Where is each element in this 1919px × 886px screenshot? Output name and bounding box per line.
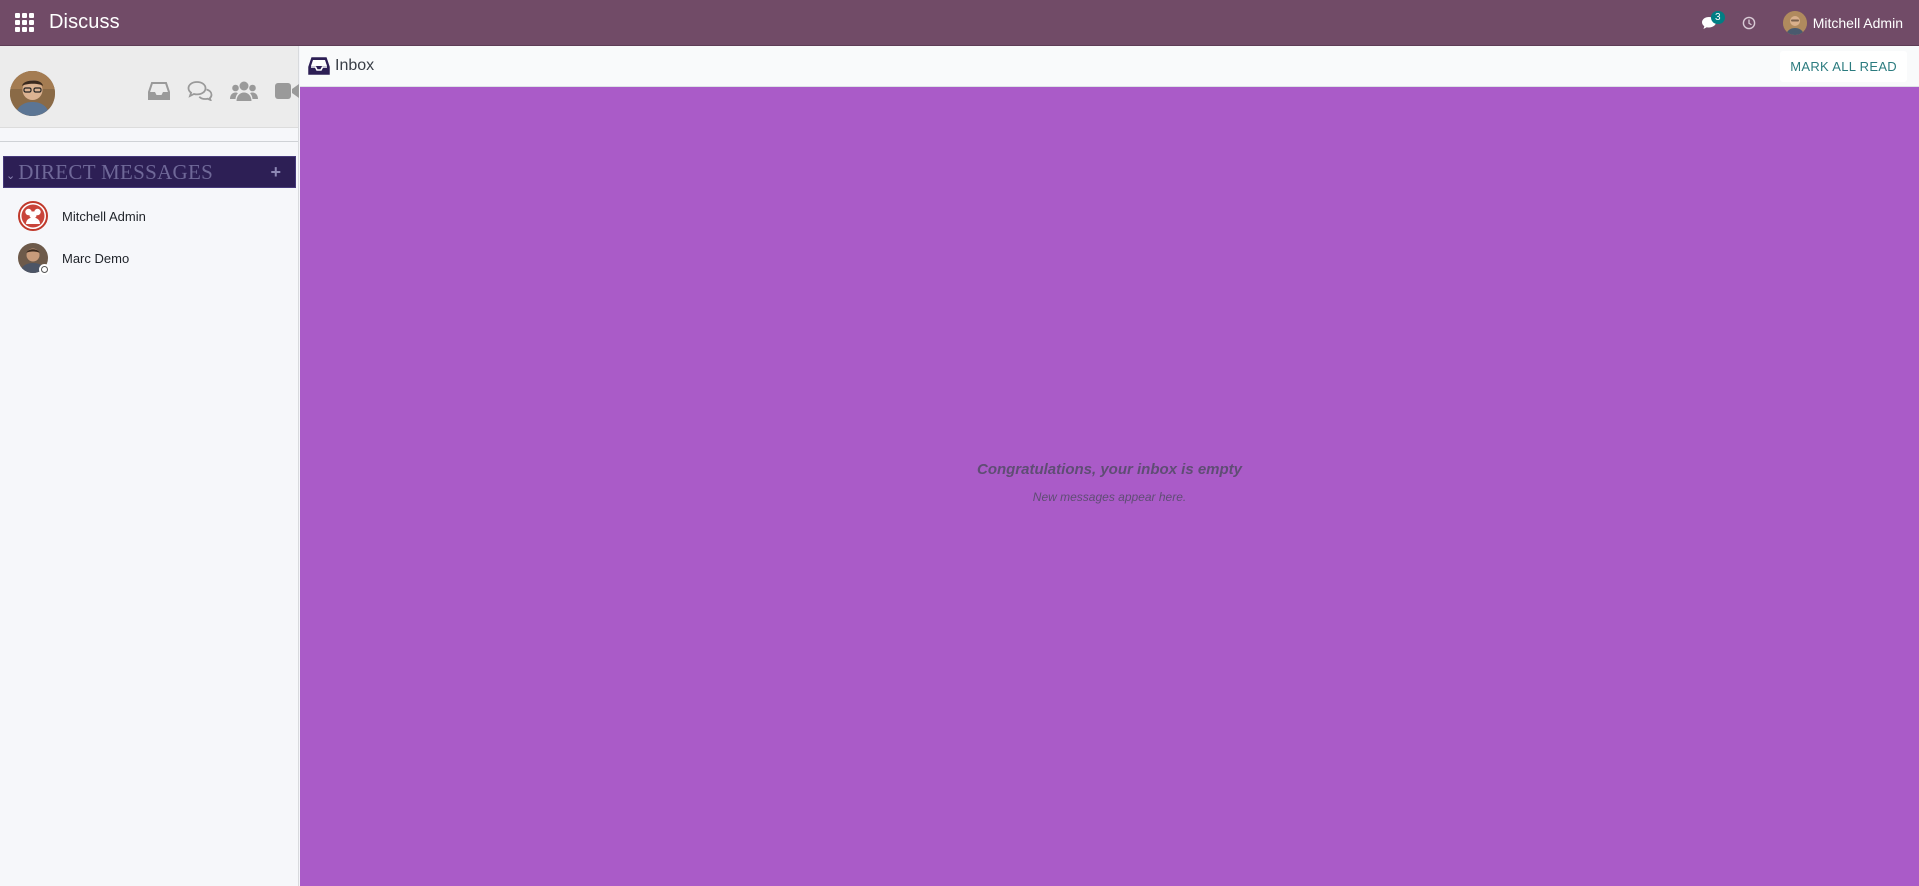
add-direct-message-button[interactable]: + — [270, 162, 281, 183]
clock-icon — [1742, 16, 1756, 29]
message-list: Congratulations, your inbox is empty New… — [300, 87, 1919, 886]
sidebar-item-marc-demo[interactable]: Marc Demo — [0, 238, 298, 278]
thread-header: Inbox MARK ALL READ — [300, 46, 1919, 87]
avatar — [1782, 10, 1807, 35]
users-icon[interactable] — [230, 81, 258, 101]
avatar[interactable] — [10, 71, 55, 116]
chevron-down-icon[interactable]: ⌄ — [6, 169, 15, 182]
video-camera-icon[interactable] — [275, 82, 299, 100]
top-navbar: Discuss 3 Mitchell Admin — [0, 0, 1919, 46]
sidebar-header — [0, 46, 299, 128]
chat-bubbles-icon[interactable] — [187, 81, 213, 101]
grid-icon — [14, 13, 34, 32]
discuss-main: Inbox MARK ALL READ Congratulations, you… — [300, 46, 1919, 886]
empty-subtitle: New messages appear here. — [1032, 490, 1187, 504]
inbox-icon — [308, 57, 330, 75]
apps-menu-button[interactable] — [0, 0, 48, 46]
mark-all-read-button[interactable]: MARK ALL READ — [1780, 50, 1907, 82]
empty-title: Congratulations, your inbox is empty — [976, 461, 1243, 478]
avatar — [18, 243, 50, 275]
sidebar-item-mitchell-admin[interactable]: Mitchell Admin — [0, 196, 298, 236]
direct-messages-header[interactable]: ⌄ DIRECT MESSAGES + — [3, 156, 296, 188]
messages-count-badge: 3 — [1710, 10, 1725, 24]
thread-title: Inbox — [335, 57, 375, 74]
direct-messages-title: DIRECT MESSAGES — [18, 159, 214, 184]
discuss-sidebar: ⌄ DIRECT MESSAGES + Mitchell Admin Marc … — [0, 46, 299, 886]
empty-inbox-message: Congratulations, your inbox is empty New… — [300, 461, 1919, 504]
user-menu[interactable]: Mitchell Admin — [1769, 0, 1919, 46]
app-title[interactable]: Discuss — [49, 11, 120, 34]
inbox-icon[interactable] — [148, 82, 170, 100]
activity-menu-button[interactable] — [1729, 0, 1769, 46]
offline-status-icon — [39, 264, 50, 275]
messaging-menu-button[interactable]: 3 — [1689, 0, 1729, 46]
dm-name: Marc Demo — [62, 250, 130, 266]
dm-name: Mitchell Admin — [62, 208, 146, 224]
user-name: Mitchell Admin — [1812, 14, 1903, 31]
sidebar-divider — [0, 141, 298, 142]
avatar — [18, 201, 48, 231]
